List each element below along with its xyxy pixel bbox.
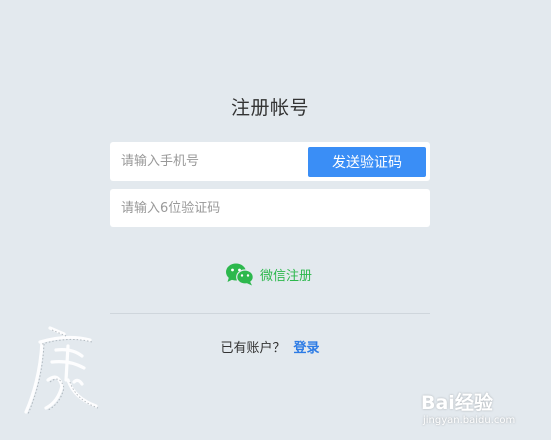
verification-code-input[interactable]	[121, 189, 411, 227]
page-title: 注册帐号	[230, 97, 309, 119]
wechat-register-label: 微信注册	[260, 268, 313, 284]
baidu-url: jingyan.baidu.com	[423, 415, 516, 426]
login-question: 已有账户？	[220, 341, 286, 356]
baidu-logo-text: Bai经验	[421, 392, 493, 414]
divider	[110, 313, 430, 314]
wechat-icon	[225, 262, 255, 286]
code-field-container	[110, 189, 430, 227]
baidu-watermark: Bai经验 jingyan.baidu.com	[421, 380, 551, 440]
phone-field-container: 发送验证码	[110, 142, 430, 181]
brush-watermark	[12, 320, 112, 420]
phone-input[interactable]	[121, 142, 301, 181]
send-code-button[interactable]: 发送验证码	[308, 147, 426, 177]
login-link[interactable]: 登录	[294, 341, 320, 356]
wechat-register-button[interactable]: 微信注册	[225, 262, 312, 286]
